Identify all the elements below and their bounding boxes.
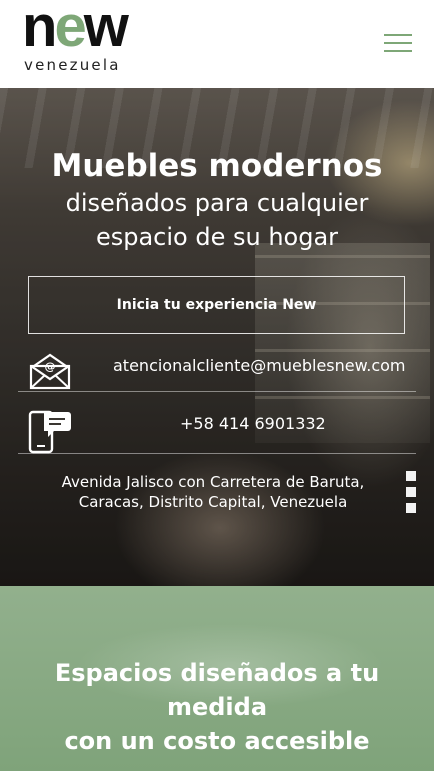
site-header: new venezuela [0, 0, 434, 88]
email-envelope-icon: @ [28, 352, 72, 395]
brand-logo[interactable]: new venezuela [22, 0, 138, 76]
phone-chat-icon [28, 408, 72, 459]
pagination-dot[interactable] [406, 487, 416, 497]
phone-contact-row[interactable]: +58 414 6901332 [18, 406, 416, 454]
start-experience-button[interactable]: Inicia tu experiencia New [28, 276, 405, 334]
pagination-dot[interactable] [406, 471, 416, 481]
hamburger-menu-icon[interactable] [384, 32, 412, 54]
svg-text:@: @ [45, 360, 56, 373]
side-pagination-dots[interactable] [406, 471, 416, 519]
pagination-dot[interactable] [406, 503, 416, 513]
store-address: Avenida Jalisco con Carretera de Baruta,… [38, 472, 388, 512]
hero-subtitle: diseñados para cualquier espacio de su h… [65, 189, 369, 251]
address-line-2: Caracas, Distrito Capital, Venezuela [78, 493, 348, 511]
hero-banner: Muebles modernos diseñados para cualquie… [0, 88, 434, 586]
hero-title: Muebles modernos [51, 148, 383, 184]
logo-wordmark: new [22, 0, 129, 59]
value-proposition-section: Espacios diseñados a tu medida con un co… [0, 586, 434, 771]
email-address[interactable]: atencionalcliente@mueblesnew.com [113, 356, 405, 375]
address-line-1: Avenida Jalisco con Carretera de Baruta, [61, 473, 365, 491]
email-contact-row[interactable]: @ atencionalcliente@mueblesnew.com [18, 350, 416, 392]
phone-number[interactable]: +58 414 6901332 [180, 414, 326, 433]
logo-subtitle: venezuela [24, 56, 121, 74]
section-title: Espacios diseñados a tu medida con un co… [54, 659, 380, 755]
